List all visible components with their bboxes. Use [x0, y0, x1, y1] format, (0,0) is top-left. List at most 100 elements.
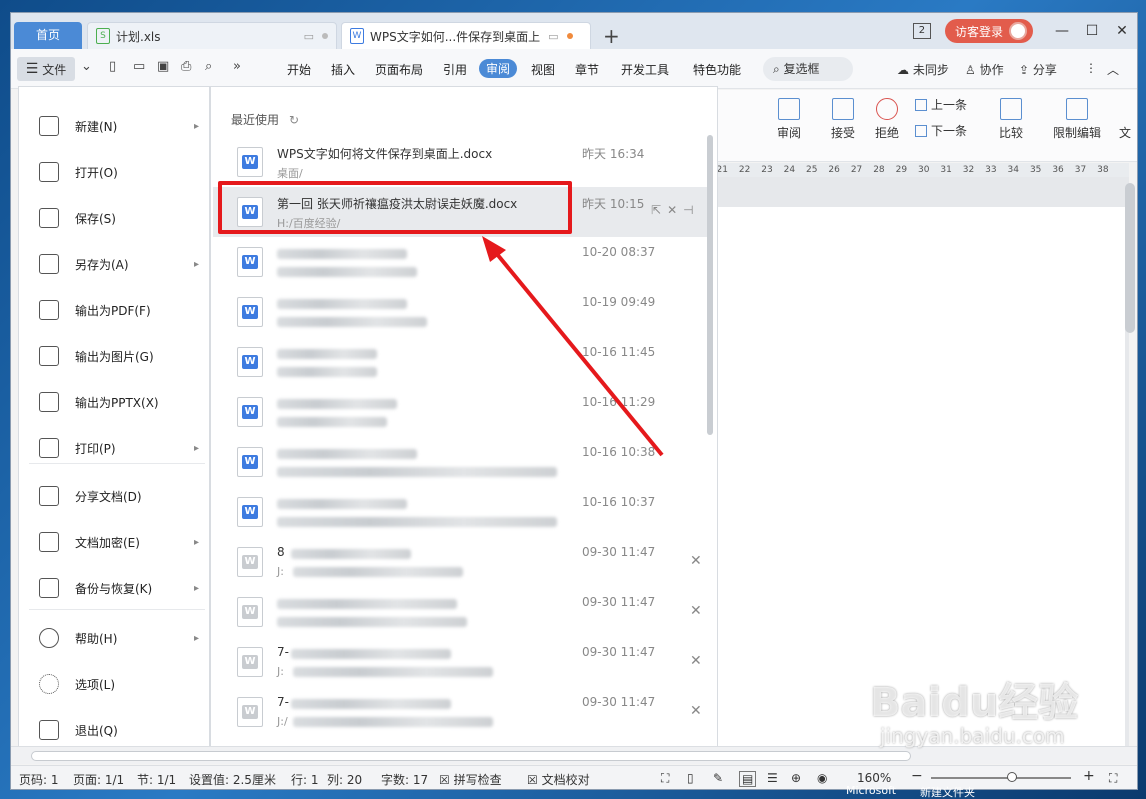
menu-insert[interactable]: 插入: [331, 61, 355, 78]
more-options-icon[interactable]: ⋮: [1085, 61, 1097, 75]
backstage-item[interactable]: 另存为(A) ▸: [19, 241, 209, 287]
recent-file-row[interactable]: 10-16 10:38: [213, 437, 709, 487]
recent-file-row[interactable]: 10-16 11:29: [213, 387, 709, 437]
proofread-button[interactable]: ☒ 文档校对: [527, 771, 590, 788]
backstage-item[interactable]: 输出为PDF(F): [19, 287, 209, 333]
status-setting[interactable]: 设置值: 2.5厘米: [189, 771, 276, 788]
review-button[interactable]: 审阅: [769, 98, 809, 141]
compare-button[interactable]: 比较: [991, 98, 1031, 141]
status-page-code[interactable]: 页码: 1: [19, 771, 59, 788]
restrict-edit-button[interactable]: 限制编辑: [1047, 98, 1107, 141]
ribbon-more[interactable]: 文: [1115, 124, 1135, 141]
login-button[interactable]: 访客登录: [944, 19, 1033, 43]
monitor-icon[interactable]: ▭: [304, 30, 314, 43]
vertical-scrollbar[interactable]: [1125, 183, 1135, 333]
more-icon[interactable]: »: [233, 59, 241, 74]
print-icon[interactable]: ⎙: [181, 59, 191, 74]
recent-file-row[interactable]: 7- J:/ 09-30 11:47 ✕: [213, 687, 709, 737]
recent-file-row[interactable]: 10-16 10:37: [213, 487, 709, 537]
new-tab-button[interactable]: +: [603, 24, 620, 48]
spell-check-button[interactable]: ☒ 拼写检查: [439, 771, 502, 788]
backstage-item[interactable]: 保存(S): [19, 195, 209, 241]
backstage-item[interactable]: 输出为图片(G): [19, 333, 209, 379]
status-line[interactable]: 行: 1: [291, 771, 319, 788]
recent-scrollbar[interactable]: [707, 135, 713, 435]
preview-icon[interactable]: ⌕: [205, 59, 212, 74]
recent-file-row[interactable]: 8 J: 09-30 11:47 ✕: [213, 537, 709, 587]
status-section[interactable]: 节: 1/1: [137, 771, 176, 788]
save-icon[interactable]: ▣: [157, 59, 169, 74]
zoom-slider[interactable]: [931, 777, 1071, 779]
remove-icon[interactable]: ✕: [690, 653, 702, 669]
file-menu-button[interactable]: ☰ 文件: [17, 57, 75, 81]
menu-review[interactable]: 审阅: [479, 59, 518, 78]
close-button[interactable]: ✕: [1107, 23, 1137, 39]
page-view-icon[interactable]: ▤: [739, 771, 757, 787]
recent-file-row[interactable]: 7- J: 09-30 11:47 ✕: [213, 637, 709, 687]
share-button[interactable]: ⇪ 分享: [1019, 61, 1057, 78]
accept-button[interactable]: 接受: [823, 98, 863, 141]
backstage-item[interactable]: 备份与恢复(K) ▸: [19, 565, 209, 611]
recent-file-row[interactable]: WPS文字如何将文件保存到桌面上.docx 桌面/昨天 16:34: [213, 137, 709, 187]
reading-mode-icon[interactable]: ▯: [687, 771, 694, 785]
zoom-level[interactable]: 160%: [857, 771, 891, 785]
recent-file-row[interactable]: 10-20 08:37: [213, 237, 709, 287]
remove-icon[interactable]: ✕: [690, 703, 702, 719]
fit-page-icon[interactable]: ⛶: [1109, 771, 1117, 786]
tab-xls[interactable]: S 计划.xls ▭: [87, 22, 337, 49]
backstage-item[interactable]: 帮助(H) ▸: [19, 615, 209, 661]
eye-protect-icon[interactable]: ◉: [817, 771, 827, 785]
menu-view[interactable]: 视图: [531, 61, 555, 78]
status-col[interactable]: 列: 20: [327, 771, 362, 788]
backstage-item[interactable]: 输出为PPTX(X): [19, 379, 209, 425]
tab-doc[interactable]: W WPS文字如何...件保存到桌面上 ▭: [341, 22, 591, 49]
menu-reference[interactable]: 引用: [443, 61, 467, 78]
next-change-button[interactable]: 下一条: [915, 122, 967, 139]
outline-icon[interactable]: ☰: [767, 771, 778, 785]
backstage-item[interactable]: 打开(O): [19, 149, 209, 195]
backstage-item[interactable]: 文档加密(E) ▸: [19, 519, 209, 565]
search-input[interactable]: ⌕ 复选框: [763, 57, 853, 81]
maximize-button[interactable]: ☐: [1077, 23, 1107, 39]
monitor-icon[interactable]: ▭: [548, 30, 558, 43]
scroll-thumb[interactable]: [31, 751, 911, 761]
prev-change-button[interactable]: 上一条: [915, 96, 967, 113]
horizontal-scrollbar[interactable]: [11, 746, 1137, 764]
status-pages[interactable]: 页面: 1/1: [73, 771, 124, 788]
zoom-out-button[interactable]: −: [911, 768, 923, 784]
remove-icon[interactable]: ✕: [690, 553, 702, 569]
tab-home[interactable]: 首页: [14, 22, 82, 49]
minimize-button[interactable]: —: [1047, 23, 1077, 39]
menu-start[interactable]: 开始: [287, 61, 311, 78]
fullscreen-icon[interactable]: ⛶: [661, 771, 669, 786]
pen-icon[interactable]: ✎: [713, 771, 723, 785]
chevron-down-icon[interactable]: ⌄: [81, 59, 92, 74]
menu-page-layout[interactable]: 页面布局: [375, 61, 423, 78]
taskbar-item[interactable]: 新建文件夹: [920, 784, 975, 799]
window-count-badge[interactable]: 2: [912, 23, 931, 39]
remove-icon[interactable]: ✕: [690, 603, 702, 619]
taskbar-item[interactable]: Microsoft: [846, 784, 896, 797]
backstage-item[interactable]: 新建(N) ▸: [19, 103, 209, 149]
zoom-slider-knob[interactable]: [1007, 772, 1017, 782]
status-words[interactable]: 字数: 17: [381, 771, 428, 788]
collapse-ribbon-icon[interactable]: ︿: [1107, 61, 1119, 78]
refresh-icon[interactable]: ↻: [289, 113, 299, 127]
recent-file-row[interactable]: 09-30 11:47 ✕: [213, 587, 709, 637]
menu-dev-tools[interactable]: 开发工具: [621, 61, 669, 78]
web-view-icon[interactable]: ⊕: [791, 771, 801, 785]
pin-icon[interactable]: ⊣: [683, 203, 699, 217]
menu-chapter[interactable]: 章节: [575, 61, 599, 78]
open-location-icon[interactable]: ⇱: [651, 203, 667, 217]
backstage-item[interactable]: 选项(L): [19, 661, 209, 707]
backstage-item[interactable]: 打印(P) ▸: [19, 425, 209, 471]
backstage-item[interactable]: 分享文档(D): [19, 473, 209, 519]
collab-button[interactable]: ♙ 协作: [965, 61, 1004, 78]
remove-icon[interactable]: ✕: [667, 203, 683, 217]
recent-file-row[interactable]: 10-19 09:49: [213, 287, 709, 337]
folder-icon[interactable]: ▭: [133, 59, 145, 74]
new-doc-icon[interactable]: ▯: [109, 59, 116, 74]
menu-special[interactable]: 特色功能: [693, 61, 741, 78]
reject-button[interactable]: 拒绝: [867, 98, 907, 141]
zoom-in-button[interactable]: +: [1083, 768, 1095, 784]
